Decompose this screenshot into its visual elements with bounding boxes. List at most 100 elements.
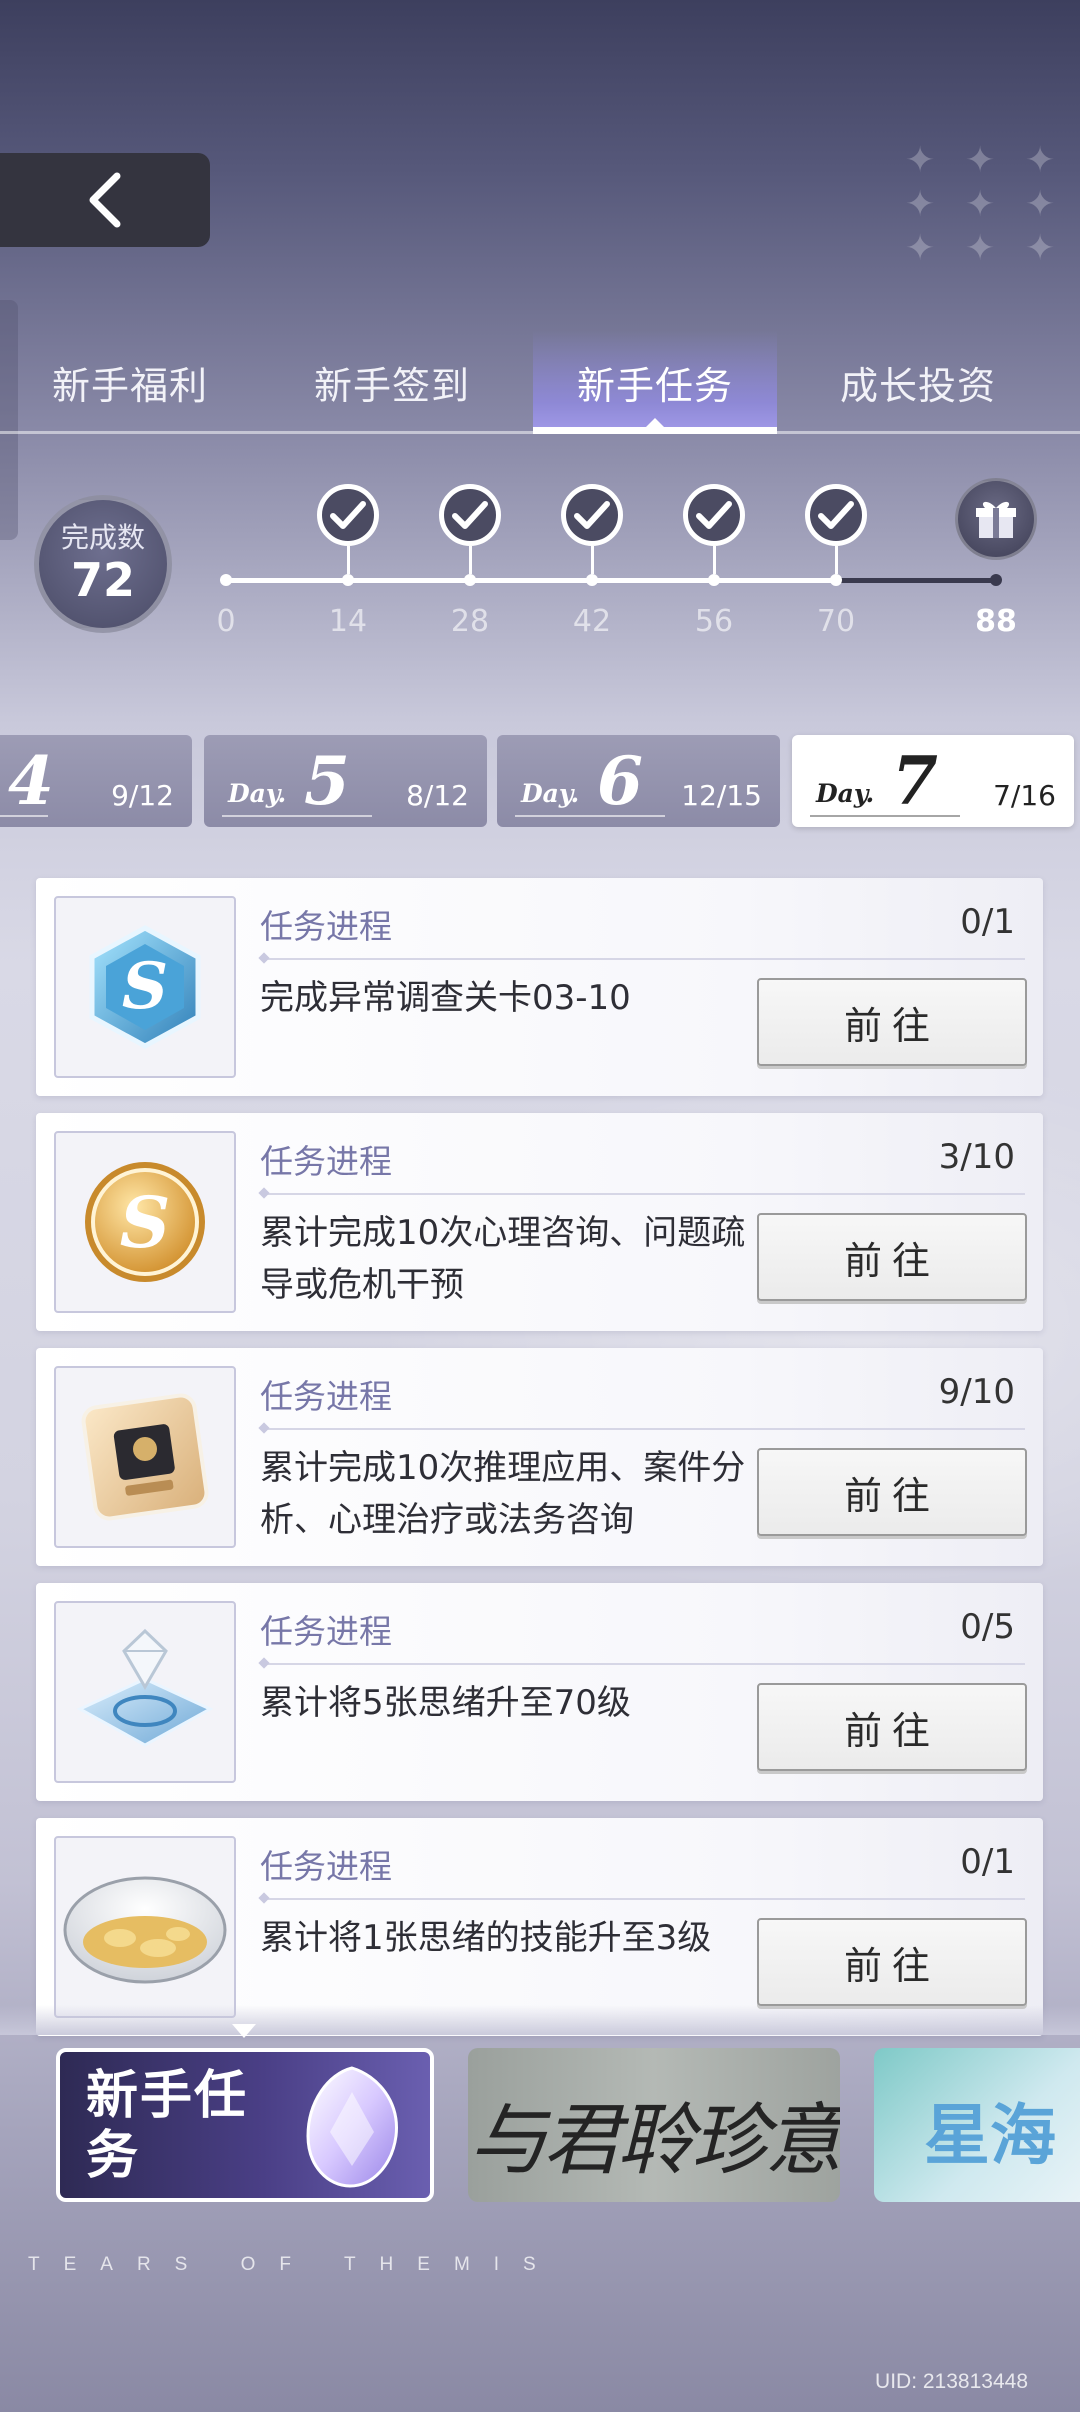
glass-dome-icon	[63, 1876, 227, 1984]
day-word: Day.	[816, 779, 875, 808]
tab-label: 新手福利	[51, 365, 208, 408]
go-button[interactable]: 前往	[757, 1918, 1027, 2006]
banner-event-calligraphy[interactable]: 与君聆珍意	[468, 2048, 840, 2202]
task-divider	[264, 1663, 1025, 1665]
chevron-left-icon	[89, 172, 121, 228]
task-description: 累计将5张思绪升至70级	[260, 1683, 631, 1723]
day-tab-6[interactable]: Day. 6 12/15	[497, 735, 780, 827]
tab-label: 新手任务	[576, 365, 733, 408]
day-progress: 7/16	[993, 779, 1056, 812]
milestone-label: 70	[816, 604, 856, 639]
day-tab-7[interactable]: Day. 7 7/16	[792, 735, 1074, 827]
task-divider	[264, 1193, 1025, 1195]
task-reward-slot	[54, 1601, 236, 1783]
day-number: 6	[597, 742, 643, 820]
day-underline	[810, 815, 960, 817]
task-reward-slot: S	[54, 1131, 236, 1313]
milestone-stem	[835, 546, 838, 574]
task-progress-label: 任务进程	[260, 1612, 392, 1651]
day-tab-4[interactable]: 4 9/12	[0, 735, 192, 827]
task-progress-count: 0/1	[960, 902, 1015, 942]
milestone-dot	[464, 574, 476, 586]
milestone-label: 42	[572, 604, 612, 639]
banner-event-starsea[interactable]: 星海	[874, 2048, 1080, 2202]
milestone-label: 14	[328, 604, 368, 639]
banner-title: 与君聆珍意	[468, 2096, 840, 2186]
task-progress-count: 0/1	[960, 1842, 1015, 1882]
task-progress-count: 3/10	[938, 1137, 1015, 1177]
go-button[interactable]: 前往	[757, 978, 1027, 1066]
day-number: 5	[304, 742, 350, 820]
task-reward-slot	[54, 1366, 236, 1548]
milestone-label: 28	[450, 604, 490, 639]
milestone-claimed-check-icon[interactable]	[439, 484, 501, 546]
go-button[interactable]: 前往	[757, 1683, 1027, 1771]
milestone-claimed-check-icon[interactable]	[561, 484, 623, 546]
tab-newbie-signin[interactable]: 新手签到	[282, 330, 502, 434]
milestone-claimed-check-icon[interactable]	[317, 484, 379, 546]
banner-newbie-tasks[interactable]: 新手任务	[56, 2048, 434, 2202]
banner-title: 新手任务	[86, 2066, 249, 2186]
final-reward-gift-icon[interactable]	[955, 478, 1037, 560]
milestone-label: 56	[694, 604, 734, 639]
day-progress: 8/12	[406, 779, 469, 812]
tab-newbie-tasks[interactable]: 新手任务	[533, 330, 777, 434]
task-card: 任务进程 0/5 累计将5张思绪升至70级 前往	[36, 1583, 1043, 1801]
task-description: 累计完成10次推理应用、案件分析、心理治疗或法务咨询	[260, 1448, 746, 1540]
task-progress-label: 任务进程	[260, 1142, 392, 1181]
milestone-track-completed	[226, 578, 836, 583]
task-card: 任务进程 0/1 累计将1张思绪的技能升至3级 前往	[36, 1818, 1043, 2036]
task-card: 任务进程 9/10 累计完成10次推理应用、案件分析、心理治疗或法务咨询 前往	[36, 1348, 1043, 1566]
list-bottom-fade	[0, 2005, 1080, 2035]
task-progress-count: 9/10	[938, 1372, 1015, 1412]
day-word: Day.	[228, 779, 287, 808]
milestone-stem	[469, 546, 472, 574]
gold-coin-icon: S	[85, 1162, 205, 1282]
completion-count-label: 完成数	[60, 521, 145, 554]
tab-newbie-welfare[interactable]: 新手福利	[20, 330, 240, 434]
task-description: 累计将1张思绪的技能升至3级	[260, 1918, 712, 1958]
task-divider	[264, 1428, 1025, 1430]
day-number: 7	[892, 742, 938, 820]
task-reward-slot: S	[54, 896, 236, 1078]
crystal-platform-icon	[76, 1628, 214, 1747]
milestone-dot	[708, 574, 720, 586]
selected-banner-pointer	[232, 2024, 256, 2038]
milestone-dot	[220, 574, 232, 586]
game-brand-text: TEARS OF THEMIS	[28, 2254, 560, 2275]
completion-count-value: 72	[70, 553, 135, 607]
go-button[interactable]: 前往	[757, 1448, 1027, 1536]
tab-label: 成长投资	[839, 365, 996, 408]
task-description: 累计完成10次心理咨询、问题疏导或危机干预	[260, 1213, 746, 1305]
task-description: 完成异常调查关卡03-10	[260, 978, 631, 1018]
go-button[interactable]: 前往	[757, 1213, 1027, 1301]
day-tab-5[interactable]: Day. 5 8/12	[204, 735, 487, 827]
chip-card-icon	[81, 1393, 209, 1521]
milestone-track-remaining	[836, 578, 996, 583]
decorative-sparkles: ✦ ✦ ✦ ✦ ✦ ✦ ✦ ✦ ✦	[905, 140, 1056, 269]
day-progress: 12/15	[681, 779, 762, 812]
task-reward-slot	[54, 1836, 236, 2018]
tab-growth-investment[interactable]: 成长投资	[808, 330, 1028, 434]
back-button[interactable]	[0, 153, 210, 247]
milestone-label: 0	[216, 604, 236, 639]
milestone-stem	[591, 546, 594, 574]
milestone-claimed-check-icon[interactable]	[683, 484, 745, 546]
milestone-dot	[586, 574, 598, 586]
milestone-stem	[347, 546, 350, 574]
svg-text:S: S	[122, 949, 168, 1024]
milestone-dot	[990, 574, 1002, 586]
tab-bar-divider	[0, 431, 1080, 434]
crystal-gem-icon	[306, 2066, 398, 2188]
milestone-claimed-check-icon[interactable]	[805, 484, 867, 546]
user-id: UID: 213813448	[875, 2370, 1028, 2393]
task-progress-label: 任务进程	[260, 907, 392, 946]
task-progress-label: 任务进程	[260, 1847, 392, 1886]
task-progress-count: 0/5	[960, 1607, 1015, 1647]
hexagon-s-badge-icon: S	[89, 925, 201, 1049]
day-underline	[0, 815, 48, 817]
day-progress: 9/12	[111, 779, 174, 812]
tab-label: 新手签到	[313, 365, 470, 408]
task-divider	[264, 1898, 1025, 1900]
milestone-label: 88	[975, 604, 1017, 639]
